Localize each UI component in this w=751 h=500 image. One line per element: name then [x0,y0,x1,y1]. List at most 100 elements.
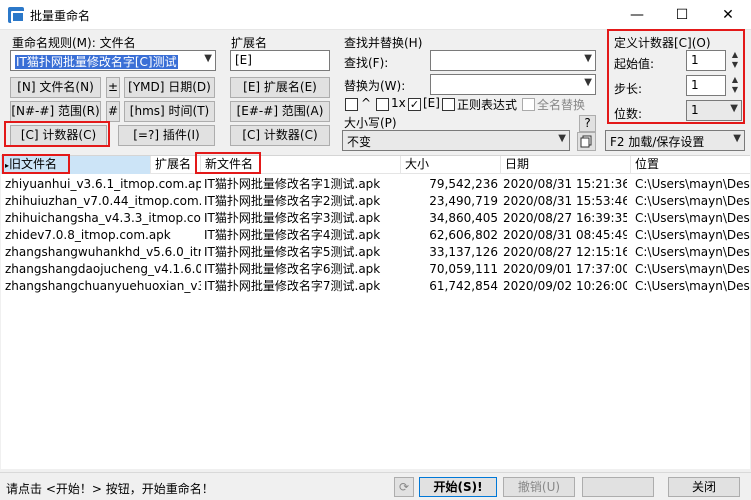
cell-date: 2020/08/27 12:15:16 [503,245,627,259]
cell-new: IT猫扑网批量修改名字7测试.apk [204,279,381,293]
load-save-label: F2 加载/保存设置 [610,135,705,149]
new-name-highlight [195,152,261,174]
cell-location: C:\Users\mayn\Deskt [635,177,750,191]
table-row[interactable]: zhiyuanhui_v3.6.1_itmop.com.apk IT猫扑网批量修改… [1,176,750,193]
cell-size: 62,606,802 [429,228,498,242]
fullname-label: 全名替换 [537,98,586,112]
cell-location: C:\Users\mayn\Deskt [635,194,750,208]
refresh-icon[interactable]: ⟳ [394,477,414,497]
caret-label: ^ [361,96,372,110]
undo-button[interactable]: 撤销(U) [503,477,575,497]
window-title: 批量重命名 [30,9,91,23]
status-text: 请点击 <开始！> 按钮，开始重命名！ [6,482,214,496]
regex-checkbox[interactable] [442,98,455,111]
cell-old: zhidev7.0.8_itmop.com.apk [5,228,171,242]
find-label: 查找(F): [344,56,389,70]
insert-ext-range-button[interactable]: [E#-#] 范围(A) [230,101,330,122]
counter-section-highlight [607,29,745,124]
cell-old: zhiyuanhui_v3.6.1_itmop.com.apk [5,177,201,191]
insert-ext-counter-button[interactable]: [C] 计数器(C) [230,125,330,146]
cell-date: 2020/08/31 15:53:46 [503,194,627,208]
once-checkbox[interactable] [376,98,389,111]
insert-extension-button[interactable]: [E] 扩展名(E) [230,77,330,98]
chevron-down-icon[interactable]: ▼ [584,77,592,88]
cell-new: IT猫扑网批量修改名字3测试.apk [204,211,381,225]
cell-size: 61,742,854 [429,279,498,293]
disabled-button[interactable] [582,477,654,497]
cell-new: IT猫扑网批量修改名字4测试.apk [204,228,381,242]
insert-plugin-button[interactable]: [=?] 插件(I) [118,125,215,146]
status-bar: 请点击 <开始！> 按钮，开始重命名！ ⟳ 开始(S)! 撤销(U) 关闭 [0,472,751,500]
chevron-down-icon[interactable]: ▼ [584,53,592,64]
find-input[interactable]: ▼ [430,50,596,71]
cell-date: 2020/09/02 10:26:00 [503,279,627,293]
old-name-highlight [2,154,70,174]
cell-size: 34,860,405 [429,211,498,225]
table-row[interactable]: zhangshangchuanyuehuoxian_v3... IT猫扑网批量修改… [1,278,750,295]
column-location[interactable]: 位置 [631,156,750,174]
ext-checkbox[interactable]: ✓ [408,98,421,111]
cell-old: zhihuiuzhan_v7.0.44_itmop.com.a... [5,194,201,208]
cell-size: 23,490,719 [429,194,498,208]
insert-time-button[interactable]: [hms] 时间(T) [124,101,215,122]
close-window-button[interactable]: ✕ [705,0,751,30]
cell-location: C:\Users\mayn\Deskt [635,262,750,276]
insert-range-button[interactable]: [N#-#] 范围(R) [10,101,101,122]
cell-date: 2020/09/01 17:37:00 [503,262,627,276]
help-button[interactable]: ? [579,115,596,132]
cell-size: 33,137,126 [429,245,498,259]
cell-new: IT猫扑网批量修改名字2测试.apk [204,194,381,208]
cell-location: C:\Users\mayn\Deskt [635,211,750,225]
extension-label: 扩展名 [231,36,268,50]
counter-button-highlight [4,121,110,147]
find-replace-label: 查找并替换(H) [344,36,423,50]
copy-icon[interactable] [577,132,596,151]
table-row[interactable]: zhangshangwuhankhd_v5.6.0_itm... IT猫扑网批量修… [1,244,750,261]
start-button[interactable]: 开始(S)! [419,477,497,497]
caret-checkbox[interactable] [345,98,358,111]
title-bar: 批量重命名 — ☐ ✕ [0,0,751,30]
case-label: 大小写(P) [344,116,397,130]
rename-rule-label: 重命名规则(M): 文件名 [12,36,136,50]
cell-old: zhangshangdaojucheng_v4.1.6.0_... [5,262,201,276]
rename-rule-value: IT猫扑网批量修改名字[C]测试 [15,55,178,69]
chevron-down-icon[interactable]: ▼ [558,133,566,144]
cell-location: C:\Users\mayn\Deskt [635,245,750,259]
cell-date: 2020/08/27 16:39:35 [503,211,627,225]
close-button[interactable]: 关闭 [668,477,740,497]
cell-location: C:\Users\mayn\Deskt [635,279,750,293]
cell-size: 70,059,111 [429,262,498,276]
app-icon [8,7,25,23]
once-label: 1x [391,96,406,110]
case-value: 不变 [347,135,372,149]
chevron-down-icon[interactable]: ▼ [204,53,212,64]
extension-input[interactable]: [E] [230,50,330,71]
column-date[interactable]: 日期 [501,156,631,174]
fullname-checkbox[interactable] [522,98,535,111]
insert-date-button[interactable]: [YMD] 日期(D) [124,77,215,98]
cell-new: IT猫扑网批量修改名字1测试.apk [204,177,381,191]
replace-label: 替换为(W): [344,79,406,93]
maximize-button[interactable]: ☐ [659,0,705,30]
insert-name-button[interactable]: [N] 文件名(N) [10,77,101,98]
column-extension[interactable]: 扩展名 [151,156,201,174]
table-row[interactable]: zhangshangdaojucheng_v4.1.6.0_... IT猫扑网批量… [1,261,750,278]
rename-rule-input[interactable]: IT猫扑网批量修改名字[C]测试 ▼ [10,50,216,71]
plus-minus-button[interactable]: ± [106,77,120,98]
ext-label: [E] [423,96,440,110]
minimize-button[interactable]: — [614,0,660,30]
table-row[interactable]: zhihuiuzhan_v7.0.44_itmop.com.a... IT猫扑网批… [1,193,750,210]
cell-size: 79,542,236 [429,177,498,191]
replace-input[interactable]: ▼ [430,74,596,95]
cell-old: zhangshangchuanyuehuoxian_v3... [5,279,201,293]
case-select[interactable]: 不变 ▼ [342,130,570,151]
cell-location: C:\Users\mayn\Deskt [635,228,750,242]
table-row[interactable]: zhidev7.0.8_itmop.com.apk IT猫扑网批量修改名字4测试.… [1,227,750,244]
column-size[interactable]: 大小 [401,156,501,174]
table-row[interactable]: zhihuichangsha_v4.3.3_itmop.com...IT猫扑网批… [1,210,750,227]
file-list[interactable]: ▸旧文件名 扩展名 新文件名 大小 日期 位置 zhiyuanhui_v3.6.… [1,155,750,469]
load-save-settings-select[interactable]: F2 加载/保存设置 ▼ [605,130,745,151]
cell-new: IT猫扑网批量修改名字5测试.apk [204,245,381,259]
chevron-down-icon[interactable]: ▼ [733,133,741,144]
hash-button[interactable]: # [106,101,120,122]
